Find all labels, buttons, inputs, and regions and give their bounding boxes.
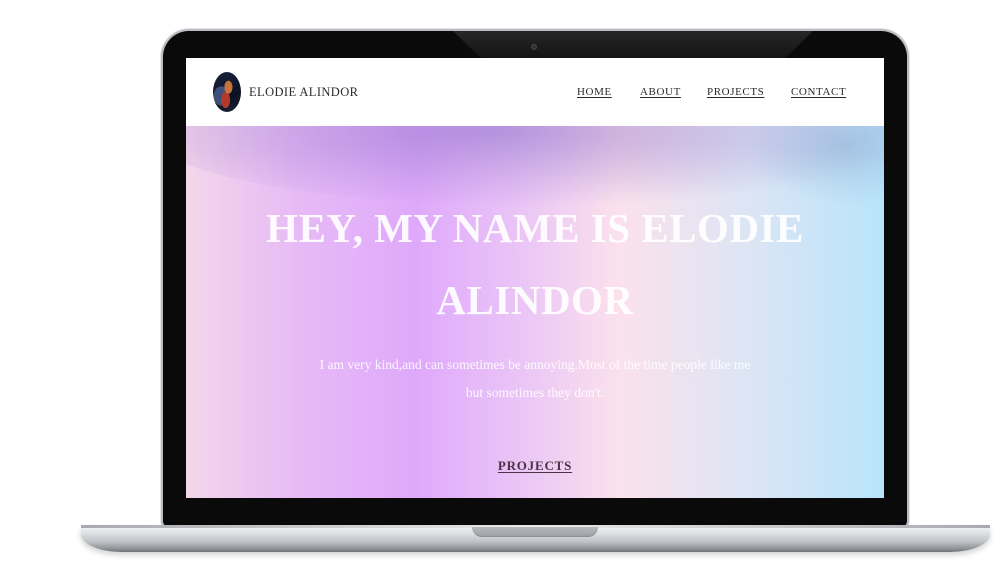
projects-link[interactable]: PROJECTS — [498, 458, 572, 473]
nav-link-contact[interactable]: CONTACT — [791, 86, 846, 98]
webcam-icon — [531, 44, 537, 50]
site-header: ELODIE ALINDOR HOME ABOUT PROJECTS CONTA… — [186, 58, 884, 126]
nav-link-home[interactable]: HOME — [577, 86, 612, 98]
hero-cta: PROJECTS — [186, 458, 884, 474]
laptop-thumb-notch — [472, 527, 598, 537]
nav-link-about[interactable]: ABOUT — [640, 86, 681, 98]
laptop-mockup: ELODIE ALINDOR HOME ABOUT PROJECTS CONTA… — [0, 0, 997, 562]
avatar[interactable] — [213, 72, 241, 112]
hero-title: HEY, MY NAME IS ELODIE ALINDOR — [266, 205, 804, 323]
laptop-lid: ELODIE ALINDOR HOME ABOUT PROJECTS CONTA… — [163, 31, 907, 527]
laptop-screen: ELODIE ALINDOR HOME ABOUT PROJECTS CONTA… — [186, 58, 884, 498]
nav-link-projects[interactable]: PROJECTS — [707, 86, 764, 98]
brand-name[interactable]: ELODIE ALINDOR — [249, 85, 358, 100]
bezel-highlight — [453, 31, 813, 59]
hero-section: HEY, MY NAME IS ELODIE ALINDOR I am very… — [186, 126, 884, 498]
hero-subtitle: I am very kind,and can sometimes be anno… — [319, 357, 751, 400]
